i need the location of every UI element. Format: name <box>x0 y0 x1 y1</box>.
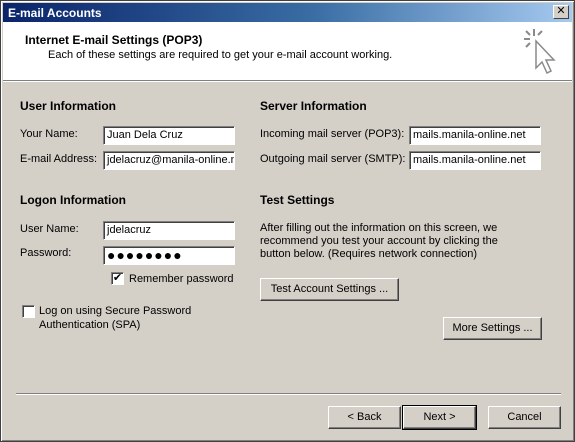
header-panel: Internet E-mail Settings (POP3) Each of … <box>3 22 572 81</box>
cursor-sparkle-icon <box>524 29 556 75</box>
remember-password-checkbox[interactable]: ✔ <box>111 272 124 285</box>
next-button[interactable]: Next > <box>402 405 477 430</box>
email-accounts-window: E-mail Accounts ✕ Internet E-mail Settin… <box>0 0 575 442</box>
name-label: Your Name: <box>20 128 78 140</box>
footer-divider-highlight <box>16 394 561 395</box>
remember-password-label: Remember password <box>129 273 234 285</box>
name-field[interactable]: Juan Dela Cruz <box>103 126 235 145</box>
outgoing-server-label: Outgoing mail server (SMTP): <box>260 153 406 165</box>
test-account-settings-button[interactable]: Test Account Settings ... <box>260 278 399 301</box>
header-title: Internet E-mail Settings (POP3) <box>25 33 203 47</box>
spa-checkbox[interactable] <box>22 305 35 318</box>
incoming-server-field[interactable]: mails.manila-online.net <box>409 126 541 145</box>
test-settings-desc-1: After filling out the information on thi… <box>260 222 498 234</box>
cancel-button[interactable]: Cancel <box>488 406 561 429</box>
back-button[interactable]: < Back <box>328 406 401 429</box>
window-title: E-mail Accounts <box>8 6 102 20</box>
email-label: E-mail Address: <box>20 153 98 165</box>
outgoing-server-field[interactable]: mails.manila-online.net <box>409 151 541 170</box>
close-button[interactable]: ✕ <box>553 5 569 19</box>
logon-info-heading: Logon Information <box>20 193 126 207</box>
user-info-heading: User Information <box>20 99 117 113</box>
test-settings-desc-2: recommend you test your account by click… <box>260 235 498 247</box>
incoming-server-label: Incoming mail server (POP3): <box>260 128 405 140</box>
spa-label-line2: Authentication (SPA) <box>39 319 141 331</box>
username-label: User Name: <box>20 223 79 235</box>
password-label: Password: <box>20 247 72 259</box>
server-info-heading: Server Information <box>260 99 367 113</box>
email-field[interactable]: jdelacruz@manila-online.n <box>103 151 235 170</box>
test-settings-heading: Test Settings <box>260 193 335 207</box>
more-settings-button[interactable]: More Settings ... <box>443 317 542 340</box>
header-divider <box>3 81 572 82</box>
test-settings-desc-3: button below. (Requires network connecti… <box>260 248 478 260</box>
header-subtitle: Each of these settings are required to g… <box>48 49 393 61</box>
spa-label-line1: Log on using Secure Password <box>39 305 192 317</box>
username-field[interactable]: jdelacruz <box>103 221 235 240</box>
title-bar[interactable]: E-mail Accounts ✕ <box>3 3 572 22</box>
password-field[interactable]: ●●●●●●●● <box>103 246 235 265</box>
